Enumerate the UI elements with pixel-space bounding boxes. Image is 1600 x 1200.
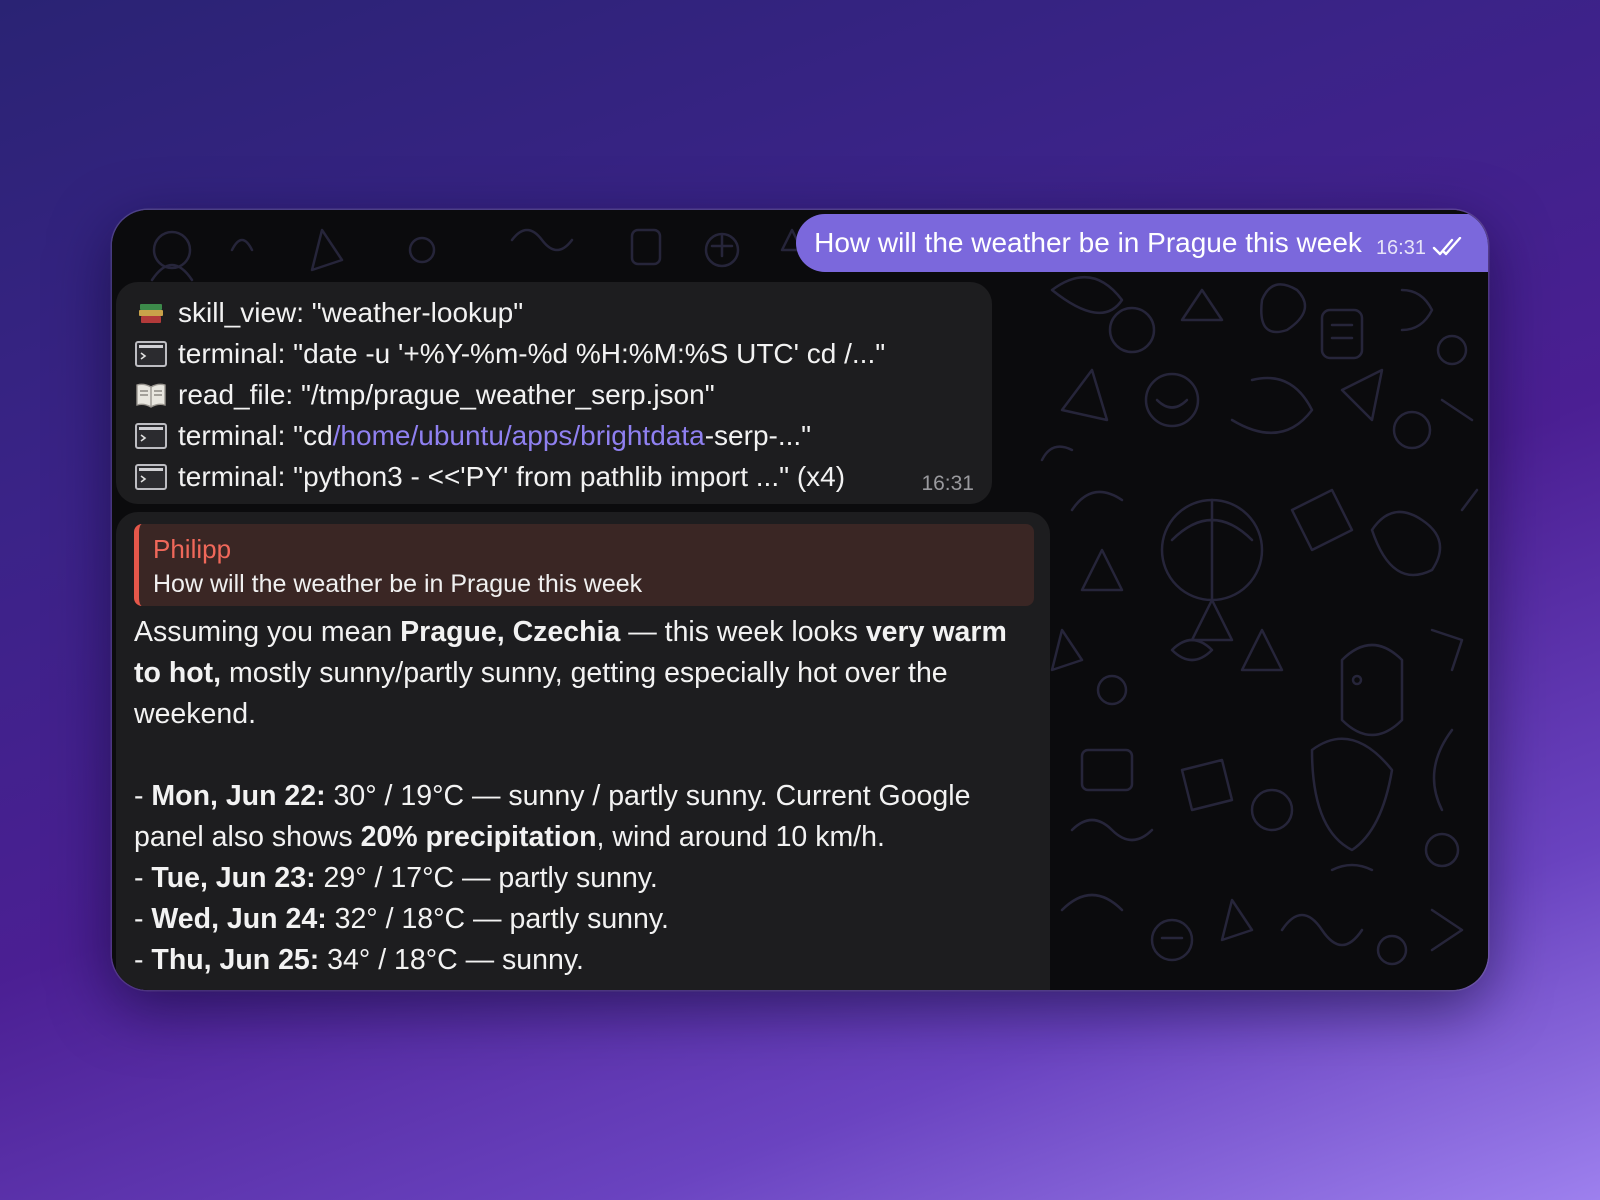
tool-call-line: terminal: "date -u '+%Y-%m-%d %H:%M:%S U… [134, 333, 992, 374]
message-body: Assuming you mean Prague, Czechia — this… [134, 612, 1032, 981]
terminal-icon [134, 337, 168, 371]
chat-window: How will the weather be in Prague this w… [112, 210, 1488, 990]
intro-paragraph: Assuming you mean Prague, Czechia — this… [134, 616, 1007, 730]
quote-text: How will the weather be in Prague this w… [153, 570, 643, 598]
terminal-icon [134, 460, 168, 494]
tool-call-text-suffix: -serp-..." [704, 419, 812, 451]
tool-calls-time: 16:31 [921, 472, 974, 495]
tool-call-line: read_file: "/tmp/prague_weather_serp.jso… [134, 374, 992, 415]
tool-call-text: terminal: "date -u '+%Y-%m-%d %H:%M:%S U… [178, 337, 886, 369]
tool-calls-bubble[interactable]: skill_view: "weather-lookup" terminal: "… [116, 282, 992, 504]
books-icon [134, 296, 168, 330]
outgoing-message-text: How will the weather be in Prague this w… [814, 227, 1362, 258]
forecast-item: - Thu, Jun 25: 34° / 18°C — sunny. [134, 944, 584, 976]
outgoing-message-bubble[interactable]: How will the weather be in Prague this w… [796, 214, 1488, 272]
tool-call-text: read_file: "/tmp/prague_weather_serp.jso… [178, 378, 715, 410]
outgoing-message-time: 16:31 [1375, 236, 1426, 259]
terminal-icon [134, 419, 168, 453]
open-book-icon [134, 378, 168, 412]
reply-message-bubble[interactable]: Philipp How will the weather be in Pragu… [116, 512, 1050, 990]
tool-call-line: terminal: "cd /home/ubuntu/apps/brightda… [134, 415, 992, 456]
tool-call-text: skill_view: "weather-lookup" [178, 296, 524, 328]
forecast-item: - Wed, Jun 24: 32° / 18°C — partly sunny… [134, 903, 669, 935]
path-link[interactable]: /home/ubuntu/apps/brightdata [333, 420, 705, 452]
forecast-item: - Tue, Jun 23: 29° / 17°C — partly sunny… [134, 862, 658, 894]
double-check-icon [1432, 237, 1466, 257]
reply-quote[interactable]: Philipp How will the weather be in Pragu… [134, 524, 1034, 606]
tool-call-text-prefix: terminal: "cd [178, 419, 333, 451]
tool-call-line: skill_view: "weather-lookup" [134, 292, 992, 333]
forecast-item: - Mon, Jun 22: 30° / 19°C — sunny / part… [134, 780, 971, 853]
tool-call-text: terminal: "python3 - <<'PY' from pathlib… [178, 460, 846, 492]
quote-author: Philipp [153, 534, 232, 564]
tool-call-line: terminal: "python3 - <<'PY' from pathlib… [134, 456, 992, 497]
